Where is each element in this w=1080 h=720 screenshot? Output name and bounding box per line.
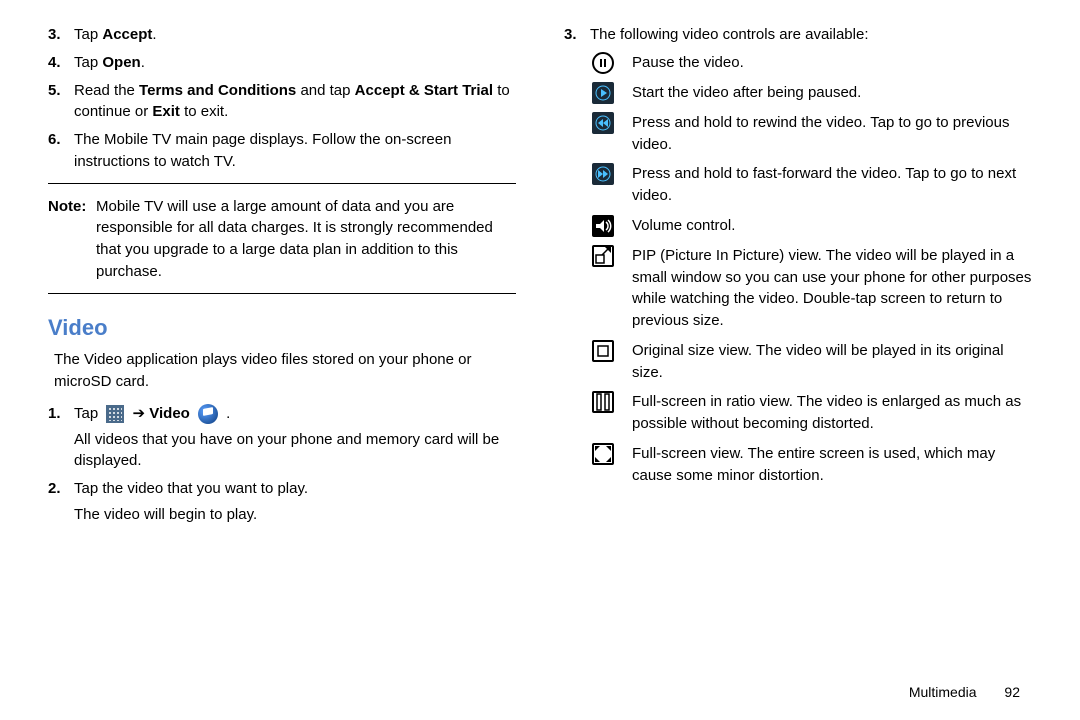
control-row: Press and hold to rewind the video. Tap …	[564, 112, 1032, 156]
divider-bottom	[48, 293, 516, 294]
control-row: Full-screen in ratio view. The video is …	[564, 391, 1032, 435]
video-intro: The Video application plays video files …	[54, 349, 516, 393]
step-number: 6.	[48, 129, 74, 173]
original-size-icon	[592, 340, 614, 362]
step-number: 4.	[48, 52, 74, 74]
step-item: 2.Tap the video that you want to play.Th…	[48, 478, 516, 526]
fullscreen-icon	[592, 443, 614, 465]
rewind-icon	[592, 112, 614, 134]
footer-section: Multimedia	[909, 684, 977, 700]
step-body: Tap ➔ Video .All videos that you have on…	[74, 403, 516, 472]
control-row: Start the video after being paused.	[564, 82, 1032, 104]
note-body: Mobile TV will use a large amount of dat…	[96, 196, 516, 283]
control-description: Start the video after being paused.	[632, 82, 1032, 104]
pause-icon	[592, 52, 614, 74]
volume-icon	[592, 215, 614, 237]
control-description: Press and hold to fast-forward the video…	[632, 163, 1032, 207]
step-item: 4.Tap Open.	[48, 52, 516, 74]
note-block: Note: Mobile TV will use a large amount …	[48, 196, 516, 283]
footer-page: 92	[1004, 684, 1020, 700]
step-body: The Mobile TV main page displays. Follow…	[74, 129, 516, 173]
left-column: 3.Tap Accept.4.Tap Open.5.Read the Terms…	[48, 24, 516, 532]
divider-top	[48, 183, 516, 184]
control-description: Full-screen view. The entire screen is u…	[632, 443, 1032, 487]
steps-list-a: 3.Tap Accept.4.Tap Open.5.Read the Terms…	[48, 24, 516, 173]
control-description: Press and hold to rewind the video. Tap …	[632, 112, 1032, 156]
page-footer: Multimedia 92	[909, 682, 1020, 702]
step-number: 3.	[564, 24, 590, 46]
right-column: 3. The following video controls are avai…	[564, 24, 1032, 532]
step-item: 3.Tap Accept.	[48, 24, 516, 46]
step-number: 2.	[48, 478, 74, 526]
control-row: Press and hold to fast-forward the video…	[564, 163, 1032, 207]
step-body: Tap Open.	[74, 52, 516, 74]
step-item: 6.The Mobile TV main page displays. Foll…	[48, 129, 516, 173]
step-item: 1.Tap ➔ Video .All videos that you have …	[48, 403, 516, 472]
control-row: Volume control.	[564, 215, 1032, 237]
step-text: The following video controls are availab…	[590, 24, 1032, 46]
control-description: PIP (Picture In Picture) view. The video…	[632, 245, 1032, 332]
step-subtext: All videos that you have on your phone a…	[74, 429, 516, 473]
control-description: Volume control.	[632, 215, 1032, 237]
control-row: Original size view. The video will be pl…	[564, 340, 1032, 384]
control-description: Pause the video.	[632, 52, 1032, 74]
fast-forward-icon	[592, 163, 614, 185]
step-body: Tap the video that you want to play.The …	[74, 478, 516, 526]
video-app-icon	[198, 404, 218, 424]
control-row: Full-screen view. The entire screen is u…	[564, 443, 1032, 487]
step-number: 5.	[48, 80, 74, 124]
step-body: Read the Terms and Conditions and tap Ac…	[74, 80, 516, 124]
step-body: Tap Accept.	[74, 24, 516, 46]
control-row: Pause the video.	[564, 52, 1032, 74]
ratio-view-icon	[592, 391, 614, 413]
controls-table: Pause the video. Start the video after be…	[564, 52, 1032, 487]
apps-grid-icon	[106, 405, 124, 423]
video-heading: Video	[48, 312, 516, 344]
step-number: 3.	[48, 24, 74, 46]
control-row: PIP (Picture In Picture) view. The video…	[564, 245, 1032, 332]
controls-lead: 3. The following video controls are avai…	[564, 24, 1032, 46]
step-number: 1.	[48, 403, 74, 472]
note-label: Note:	[48, 196, 96, 283]
step-subtext: The video will begin to play.	[74, 504, 516, 526]
control-description: Original size view. The video will be pl…	[632, 340, 1032, 384]
play-icon	[592, 82, 614, 104]
pip-icon	[592, 245, 614, 267]
control-description: Full-screen in ratio view. The video is …	[632, 391, 1032, 435]
step-item: 5.Read the Terms and Conditions and tap …	[48, 80, 516, 124]
steps-list-b: 1.Tap ➔ Video .All videos that you have …	[48, 403, 516, 526]
